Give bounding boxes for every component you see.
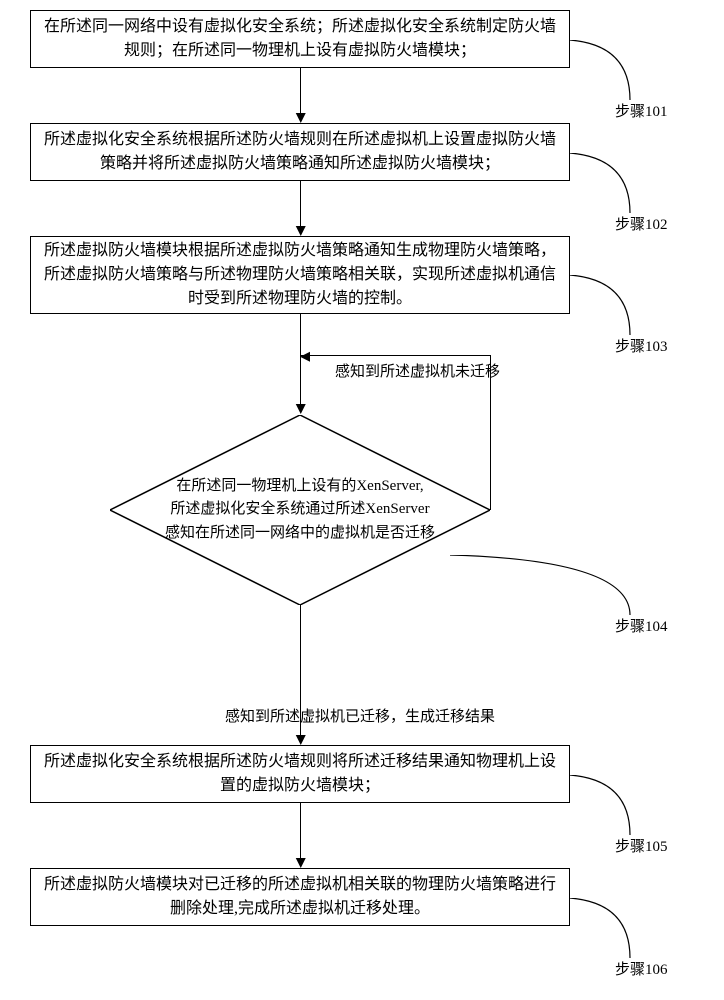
step-1-label: 步骤101	[615, 100, 668, 121]
arrowhead-1-2	[296, 113, 306, 123]
step-5-label: 步骤105	[615, 835, 668, 856]
step-4-label: 步骤104	[615, 615, 668, 636]
step-3-text: 所述虚拟防火墙模块根据所述虚拟防火墙策略通知生成物理防火墙策略，所述虚拟防火墙策…	[41, 239, 559, 311]
arrowhead-5-6	[296, 858, 306, 868]
arrow-2-3	[300, 181, 301, 226]
decision-box: 在所述同一物理机上设有的XenServer, 所述虚拟化安全系统通过所述XenS…	[110, 415, 490, 605]
step-2-text: 所述虚拟化安全系统根据所述防火墙规则在所述虚拟机上设置虚拟防火墙策略并将所述虚拟…	[41, 128, 559, 176]
loop-arrowhead	[300, 352, 310, 362]
step-2-label: 步骤102	[615, 213, 668, 234]
yes-label: 感知到所述虚拟机已迁移，生成迁移结果	[225, 705, 495, 726]
decision-text: 在所述同一物理机上设有的XenServer, 所述虚拟化安全系统通过所述XenS…	[150, 475, 450, 545]
arrow-5-6	[300, 803, 301, 858]
flowchart: 在所述同一网络中设有虚拟化安全系统；所述虚拟化安全系统制定防火墙规则；在所述同一…	[0, 0, 724, 1000]
loop-horizontal	[300, 355, 490, 356]
arrowhead-3-4	[296, 404, 306, 414]
step-6-label: 步骤106	[615, 958, 668, 979]
step-2-box: 所述虚拟化安全系统根据所述防火墙规则在所述虚拟机上设置虚拟防火墙策略并将所述虚拟…	[30, 123, 570, 181]
arrowhead-2-3	[296, 226, 306, 236]
step-3-box: 所述虚拟防火墙模块根据所述虚拟防火墙策略通知生成物理防火墙策略，所述虚拟防火墙策…	[30, 236, 570, 314]
step-1-box: 在所述同一网络中设有虚拟化安全系统；所述虚拟化安全系统制定防火墙规则；在所述同一…	[30, 10, 570, 68]
step-6-box: 所述虚拟防火墙模块对已迁移的所述虚拟机相关联的物理防火墙策略进行删除处理,完成所…	[30, 868, 570, 926]
arrow-1-2	[300, 68, 301, 113]
step-5-text: 所述虚拟化安全系统根据所述防火墙规则将所述迁移结果通知物理机上设置的虚拟防火墙模…	[41, 750, 559, 798]
loop-label: 感知到所述虚拟机未迁移	[335, 360, 500, 381]
step-3-label: 步骤103	[615, 335, 668, 356]
step-6-text: 所述虚拟防火墙模块对已迁移的所述虚拟机相关联的物理防火墙策略进行删除处理,完成所…	[41, 873, 559, 921]
arrowhead-4-5	[296, 735, 306, 745]
step-1-text: 在所述同一网络中设有虚拟化安全系统；所述虚拟化安全系统制定防火墙规则；在所述同一…	[41, 15, 559, 63]
step-5-box: 所述虚拟化安全系统根据所述防火墙规则将所述迁移结果通知物理机上设置的虚拟防火墙模…	[30, 745, 570, 803]
